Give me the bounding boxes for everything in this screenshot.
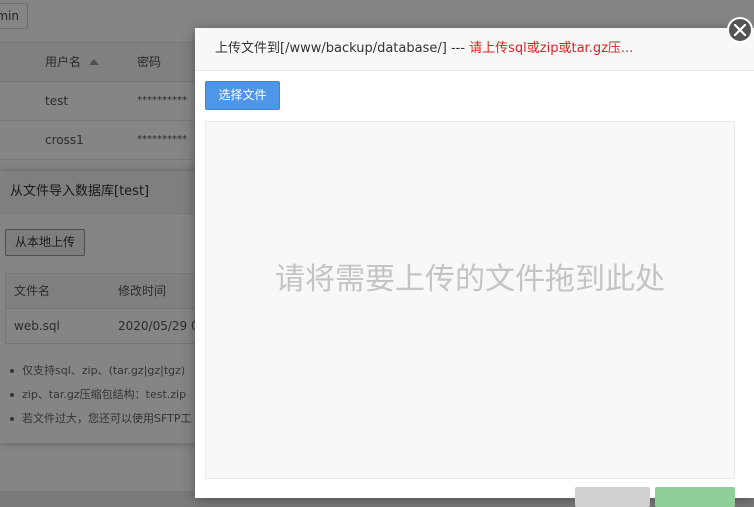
close-icon[interactable] — [727, 17, 753, 43]
upload-modal-title: 上传文件到[/www/backup/database/] --- 请上传sql或… — [195, 28, 754, 71]
file-dropzone[interactable]: 请将需要上传的文件拖到此处 — [205, 121, 735, 479]
title-warning: 请上传sql或zip或tar.gz压... — [469, 41, 634, 56]
footer-button-secondary[interactable] — [575, 487, 650, 507]
upload-modal: 上传文件到[/www/backup/database/] --- 请上传sql或… — [195, 28, 754, 507]
footer-button-primary[interactable] — [655, 487, 735, 507]
dropzone-text: 请将需要上传的文件拖到此处 — [275, 262, 665, 297]
title-path: 上传文件到[/www/backup/database/] --- — [215, 41, 470, 56]
choose-file-button[interactable]: 选择文件 — [205, 81, 280, 110]
